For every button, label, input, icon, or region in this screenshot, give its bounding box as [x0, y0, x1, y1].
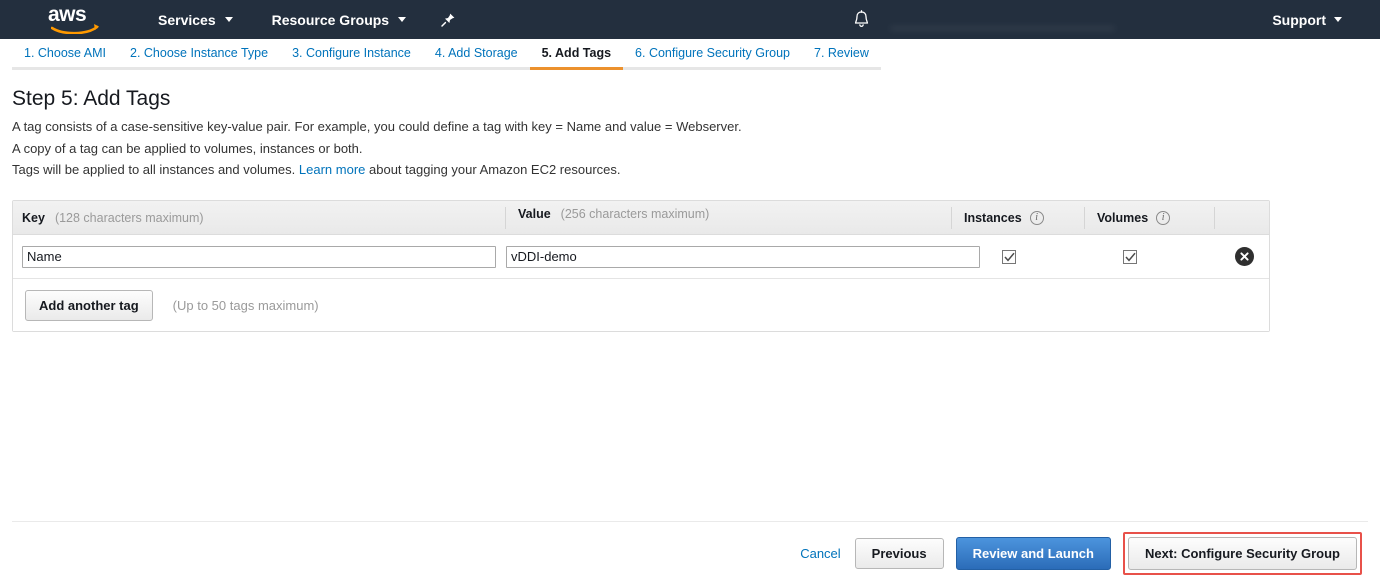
page-description-line-3: Tags will be applied to all instances an… [12, 159, 1380, 181]
aws-smile-icon [51, 23, 101, 34]
page-description-line-1: A tag consists of a case-sensitive key-v… [12, 116, 1380, 138]
column-header-value: Value (256 characters maximum) [505, 207, 951, 229]
page-title: Step 5: Add Tags [12, 86, 1380, 112]
wizard-step-label: 4. Add Storage [435, 46, 518, 60]
wizard-step-underline [280, 67, 423, 70]
info-icon[interactable]: i [1156, 211, 1170, 225]
notifications-bell-icon[interactable] [853, 10, 870, 29]
wizard-step-label: 6. Configure Security Group [635, 46, 790, 60]
wizard-step-1[interactable]: 1. Choose AMI [12, 39, 118, 75]
nav-services-label: Services [158, 12, 216, 28]
wizard-step-6[interactable]: 6. Configure Security Group [623, 39, 802, 75]
tag-row [13, 235, 1269, 279]
wizard-step-underline [802, 67, 881, 70]
wizard-step-underline [423, 67, 530, 70]
instances-checkbox[interactable] [1002, 250, 1016, 264]
tag-key-input[interactable] [22, 246, 496, 268]
wizard-step-label: 1. Choose AMI [24, 46, 106, 60]
wizard-step-label: 7. Review [814, 46, 869, 60]
page-description-line-2: A copy of a tag can be applied to volume… [12, 138, 1380, 160]
column-header-key: Key (128 characters maximum) [13, 211, 505, 225]
previous-button[interactable]: Previous [855, 538, 944, 569]
wizard-step-label: 2. Choose Instance Type [130, 46, 268, 60]
wizard-step-7[interactable]: 7. Review [802, 39, 881, 75]
volumes-column-label: Volumes [1097, 211, 1148, 225]
nav-resource-groups-label: Resource Groups [272, 12, 389, 28]
key-column-label: Key [22, 211, 45, 225]
topnav-right-group: Support [853, 0, 1380, 39]
footer-divider [12, 521, 1368, 522]
instances-column-label: Instances [964, 211, 1022, 225]
region-menu[interactable] [1137, 11, 1242, 29]
aws-logo[interactable]: aws [48, 5, 106, 35]
nav-resource-groups-menu[interactable]: Resource Groups [270, 0, 408, 39]
support-label: Support [1272, 12, 1326, 28]
info-icon[interactable]: i [1030, 211, 1044, 225]
next-button-highlight: Next: Configure Security Group [1123, 532, 1362, 575]
aws-top-navigation: aws Services Resource Groups [0, 0, 1380, 39]
wizard-step-5[interactable]: 5. Add Tags [530, 39, 623, 75]
wizard-steps: 1. Choose AMI 2. Choose Instance Type 3. C… [0, 39, 1380, 76]
tag-value-cell [496, 246, 980, 268]
nav-services-menu[interactable]: Services [156, 0, 235, 39]
table-header-row: Key (128 characters maximum) Value (256 … [13, 201, 1269, 235]
wizard-step-label: 5. Add Tags [542, 46, 611, 60]
pushpin-icon[interactable] [440, 12, 456, 28]
wizard-step-underline [118, 67, 280, 70]
tag-actions-cell [1220, 247, 1269, 266]
wizard-step-4[interactable]: 4. Add Storage [423, 39, 530, 75]
wizard-action-bar: Cancel Previous Review and Launch Next: … [800, 532, 1362, 575]
support-menu[interactable]: Support [1272, 12, 1342, 28]
value-column-label: Value [518, 207, 551, 221]
wizard-step-underline [623, 67, 802, 70]
volumes-checkbox[interactable] [1123, 250, 1137, 264]
remove-tag-icon[interactable] [1235, 247, 1254, 266]
tag-key-cell [13, 246, 496, 268]
tag-instances-cell [980, 250, 1101, 264]
tags-table: Key (128 characters maximum) Value (256 … [12, 200, 1270, 332]
page-content: Step 5: Add Tags A tag consists of a cas… [0, 78, 1380, 181]
wizard-step-3[interactable]: 3. Configure Instance [280, 39, 423, 75]
tag-value-input[interactable] [506, 246, 980, 268]
next-configure-security-group-button[interactable]: Next: Configure Security Group [1128, 537, 1357, 570]
add-another-tag-button[interactable]: Add another tag [25, 290, 153, 321]
aws-logo-text: aws [48, 5, 106, 24]
add-tag-hint: (Up to 50 tags maximum) [173, 298, 319, 313]
table-footer: Add another tag (Up to 50 tags maximum) [13, 279, 1269, 331]
wizard-step-2[interactable]: 2. Choose Instance Type [118, 39, 280, 75]
wizard-step-label: 3. Configure Instance [292, 46, 411, 60]
description-pre-text: Tags will be applied to all instances an… [12, 162, 295, 177]
tag-volumes-cell [1101, 250, 1220, 264]
review-and-launch-button[interactable]: Review and Launch [956, 537, 1111, 570]
column-header-instances: Instances i [951, 207, 1084, 229]
key-column-hint: (128 characters maximum) [55, 211, 204, 225]
column-header-actions [1214, 207, 1269, 229]
wizard-step-underline [530, 67, 623, 70]
learn-more-link[interactable]: Learn more [299, 162, 365, 177]
chevron-down-icon [225, 17, 233, 22]
value-column-hint: (256 characters maximum) [561, 207, 710, 221]
chevron-down-icon [398, 17, 406, 22]
account-menu[interactable] [890, 11, 1115, 29]
description-post-text: about tagging your Amazon EC2 resources. [369, 162, 620, 177]
chevron-down-icon [1334, 17, 1342, 22]
table-body [13, 235, 1269, 279]
wizard-step-underline [12, 67, 118, 70]
cancel-button[interactable]: Cancel [800, 546, 840, 561]
column-header-volumes: Volumes i [1084, 207, 1214, 229]
